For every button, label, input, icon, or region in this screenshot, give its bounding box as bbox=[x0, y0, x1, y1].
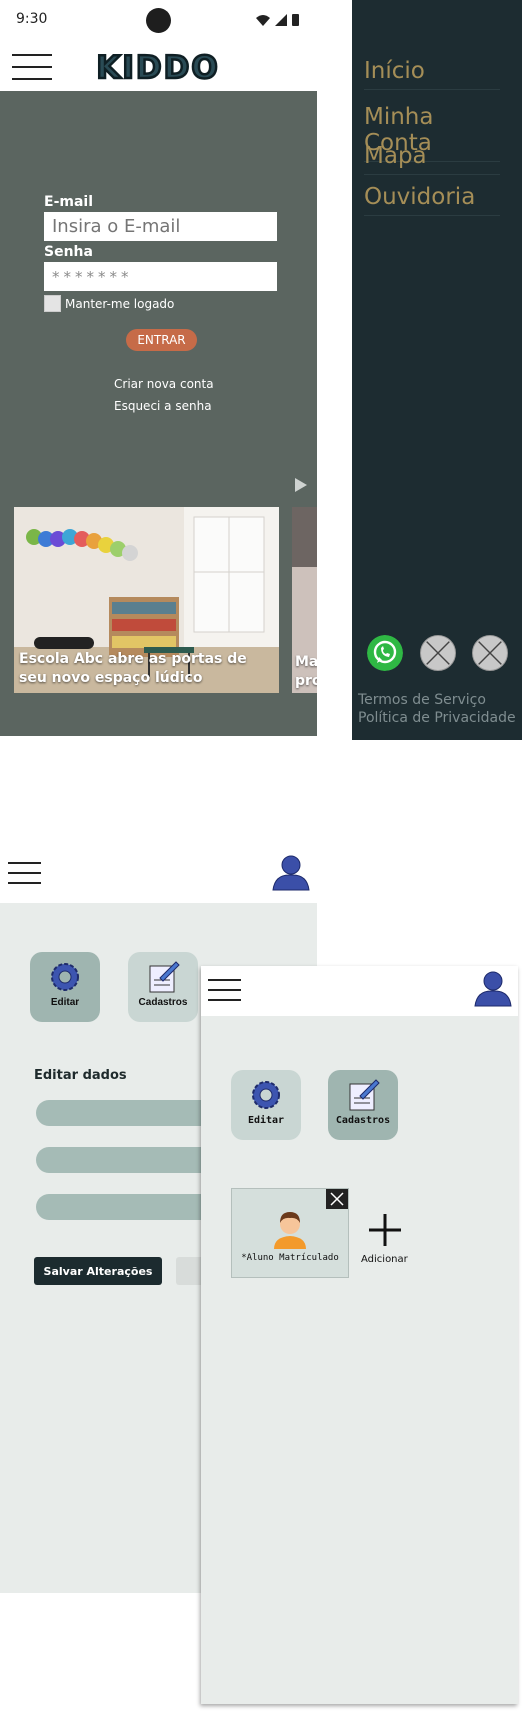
status-icons bbox=[256, 14, 299, 26]
tile-label: Cadastros bbox=[335, 1115, 391, 1126]
camera-cutout bbox=[146, 8, 171, 33]
document-icon bbox=[149, 961, 180, 993]
tile-label: Editar bbox=[247, 1115, 285, 1126]
carousel-next-icon[interactable] bbox=[295, 478, 307, 492]
create-account-link[interactable]: Criar nova conta bbox=[114, 377, 214, 391]
menu-icon[interactable] bbox=[208, 979, 241, 1001]
menu-item-mapa[interactable]: Mapa bbox=[364, 143, 500, 175]
kiddo-logo: KIDDO bbox=[95, 49, 219, 86]
tile-cadastros[interactable]: Cadastros bbox=[128, 952, 198, 1022]
student-card[interactable]: *Aluno Matrículado bbox=[231, 1188, 349, 1278]
app-bar bbox=[201, 966, 518, 1016]
email-label: E-mail bbox=[44, 194, 94, 210]
login-form: E-mail Senha ******* Manter-me logado bbox=[44, 194, 278, 312]
student-icon bbox=[274, 1212, 306, 1249]
status-bar: 9:30 bbox=[0, 0, 317, 40]
placeholder-icon[interactable] bbox=[472, 635, 508, 671]
student-label: *Aluno Matrículado bbox=[241, 1253, 339, 1263]
avatar[interactable] bbox=[271, 854, 311, 892]
menu-icon[interactable] bbox=[12, 54, 52, 80]
plus-icon bbox=[369, 1214, 401, 1246]
email-field[interactable] bbox=[44, 212, 277, 241]
tile-label: Cadastros bbox=[138, 997, 188, 1008]
news-card[interactable]: Ma pe pro bbox=[292, 507, 317, 693]
menu-icon[interactable] bbox=[8, 862, 41, 884]
menu-item-inicio[interactable]: Início bbox=[364, 58, 500, 90]
news-caption: Ma pe pro bbox=[295, 654, 317, 689]
add-label: Adicionar bbox=[361, 1254, 408, 1265]
gear-icon bbox=[252, 1081, 280, 1109]
svg-text:KIDDO: KIDDO bbox=[96, 50, 219, 86]
tile-cadastros[interactable]: Cadastros bbox=[328, 1070, 398, 1140]
password-label: Senha bbox=[44, 244, 93, 260]
password-field[interactable]: ******* bbox=[44, 262, 277, 291]
drawer-menu: Início Minha Conta Mapa Ouvidoria Termos… bbox=[352, 0, 522, 740]
registrations-screen: Editar Cadastros *Aluno Matrículado Adic… bbox=[201, 966, 518, 1704]
menu-item-ouvidoria[interactable]: Ouvidoria bbox=[364, 184, 500, 216]
add-button[interactable]: Adicionar bbox=[361, 1210, 408, 1274]
save-button[interactable]: Salvar Alterações bbox=[34, 1257, 162, 1285]
keep-logged-label: Manter-me logado bbox=[65, 296, 175, 311]
section-title: Editar dados bbox=[34, 1068, 127, 1083]
avatar[interactable] bbox=[473, 970, 513, 1008]
tile-label: Editar bbox=[50, 997, 80, 1008]
forgot-password-link[interactable]: Esqueci a senha bbox=[114, 399, 212, 413]
terms-link[interactable]: Termos de Serviço bbox=[358, 692, 486, 708]
news-caption: Escola Abc abre as portas de seu novo es… bbox=[19, 651, 247, 686]
gear-icon bbox=[51, 963, 79, 991]
app-bar: KIDDO bbox=[0, 40, 317, 91]
placeholder-icon[interactable] bbox=[420, 635, 456, 671]
close-icon[interactable] bbox=[326, 1189, 348, 1209]
login-screen: 9:30 KIDDO E-mail Senha ******* Manter-m… bbox=[0, 0, 317, 736]
document-icon bbox=[349, 1079, 380, 1111]
status-time: 9:30 bbox=[16, 11, 48, 27]
tile-editar[interactable]: Editar bbox=[30, 952, 100, 1022]
app-bar bbox=[0, 845, 317, 903]
privacy-link[interactable]: Política de Privacidade bbox=[358, 710, 516, 726]
whatsapp-icon[interactable] bbox=[367, 635, 403, 671]
keep-logged-checkbox[interactable] bbox=[44, 295, 61, 312]
login-button[interactable]: ENTRAR bbox=[126, 329, 197, 351]
news-card[interactable]: Escola Abc abre as portas de seu novo es… bbox=[14, 507, 279, 693]
tile-editar[interactable]: Editar bbox=[231, 1070, 301, 1140]
